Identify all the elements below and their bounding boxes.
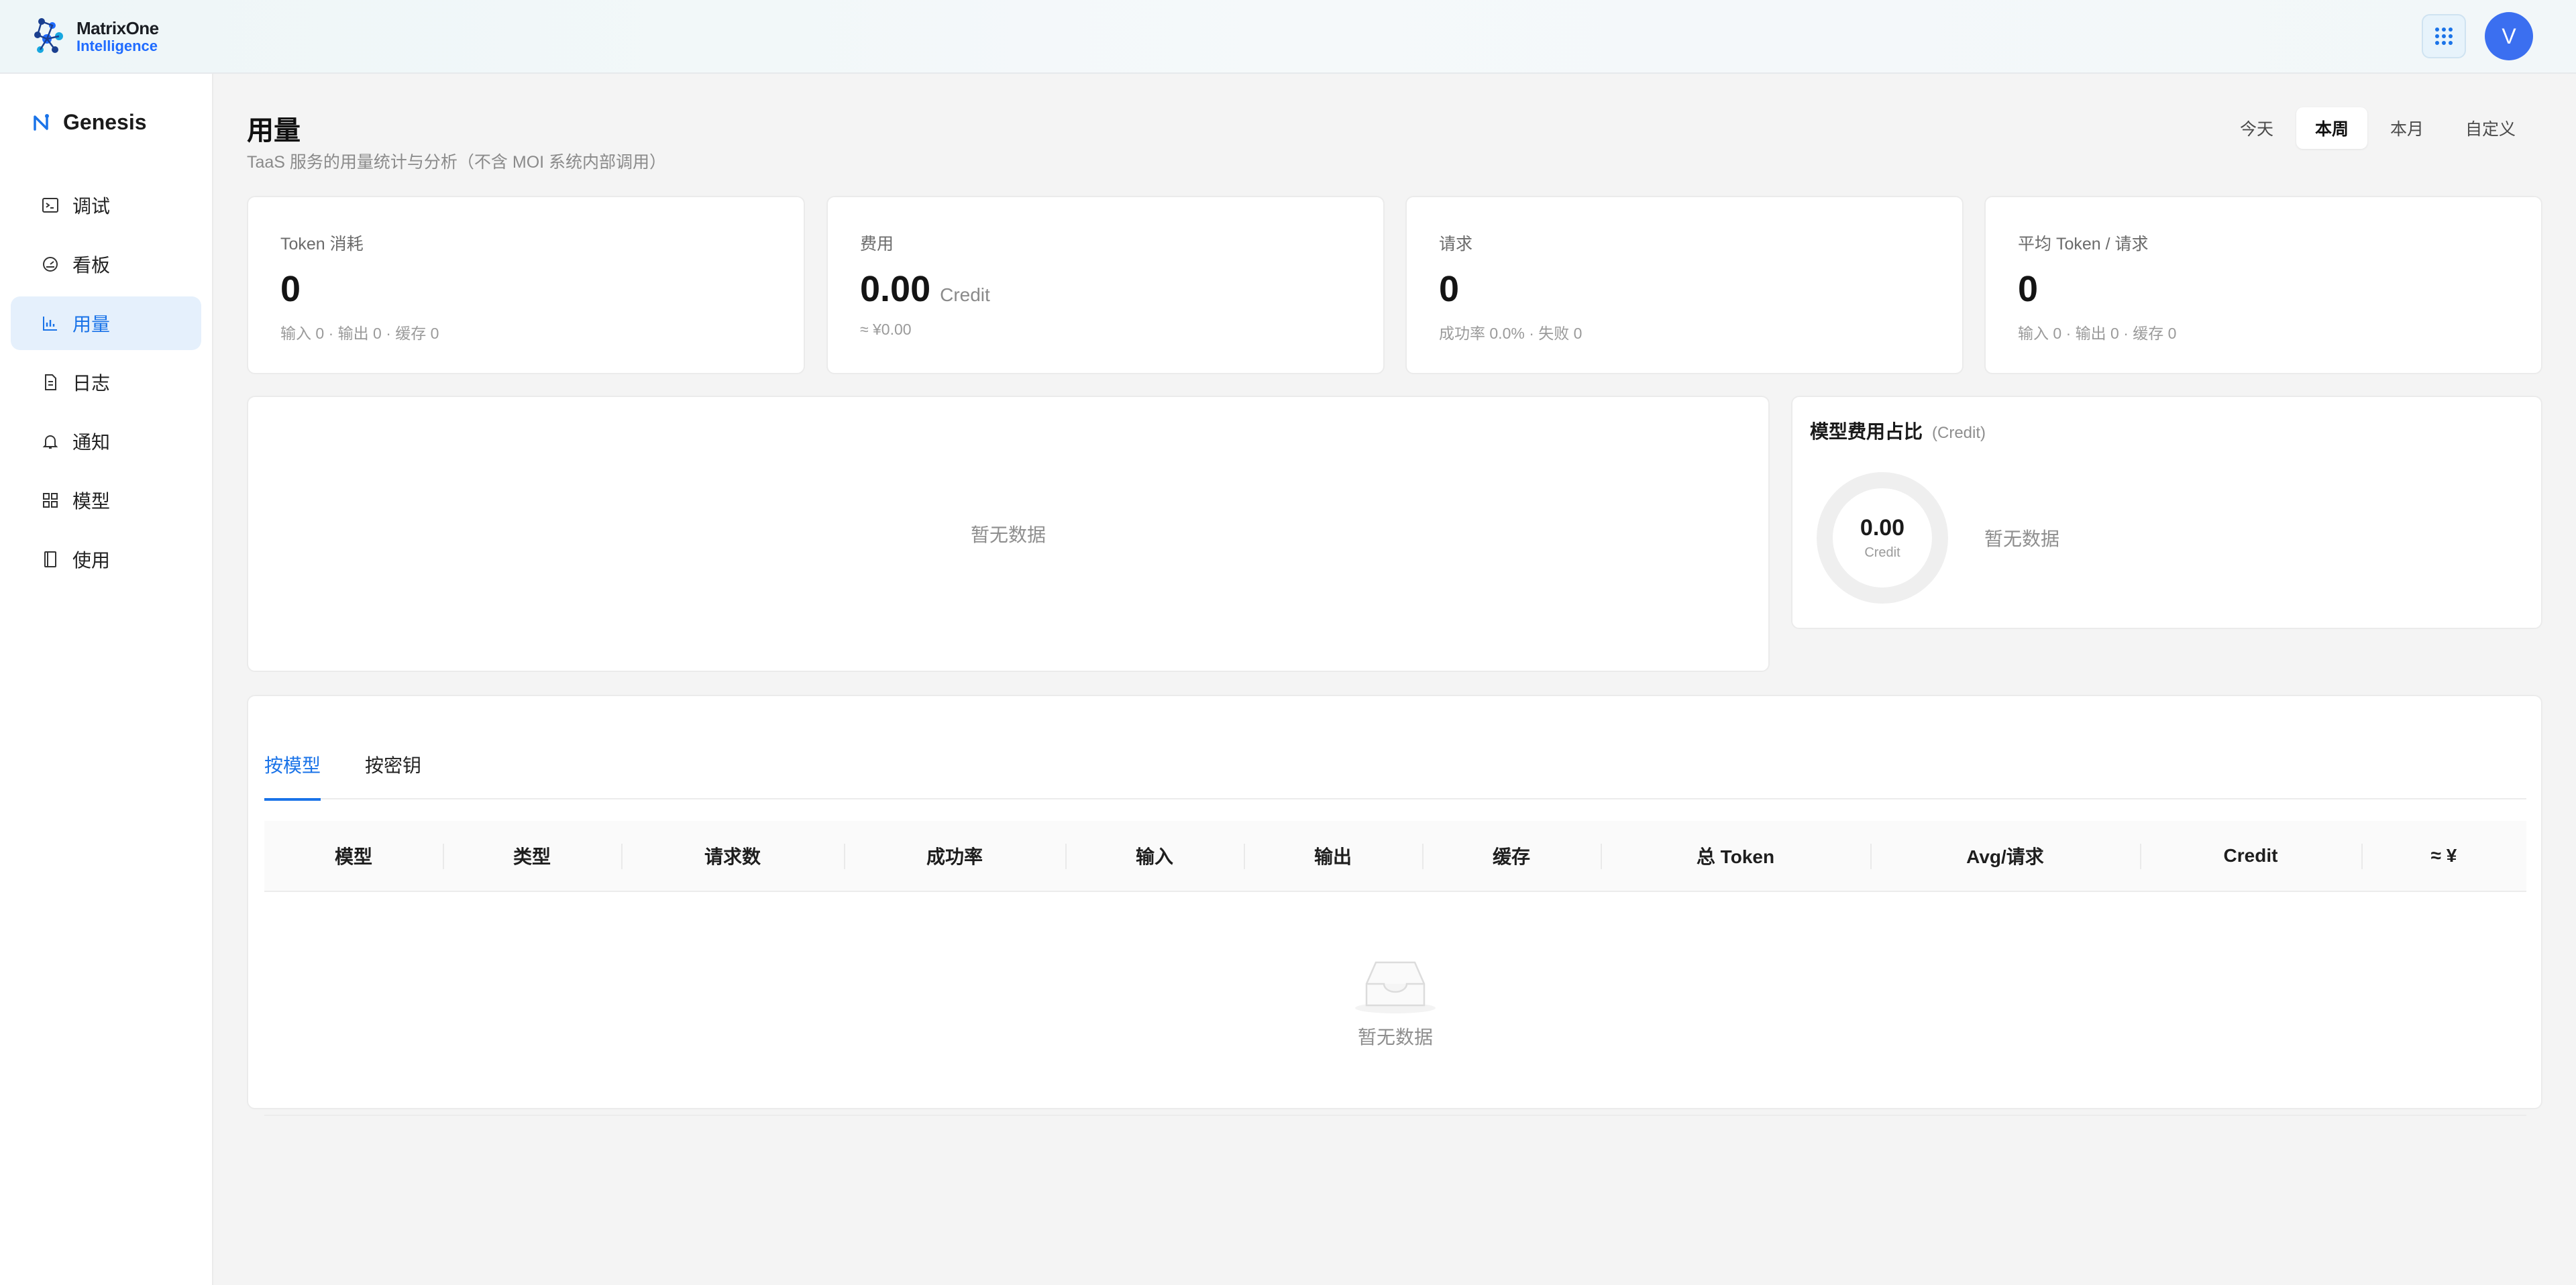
range-today-button[interactable]: 今天 xyxy=(2221,107,2292,149)
sidebar-item-label: 看板 xyxy=(72,255,111,276)
column-header[interactable]: 成功率 xyxy=(844,821,1065,891)
card-title: 模型费用占比 xyxy=(1810,421,1923,442)
bar-chart-icon xyxy=(43,317,57,331)
stat-label: 平均 Token / 请求 xyxy=(2018,235,2149,254)
app-switcher-button[interactable] xyxy=(2422,14,2466,58)
column-header[interactable]: 总 Token xyxy=(1601,821,1870,891)
stat-label: Token 消耗 xyxy=(280,235,364,254)
document-icon xyxy=(45,374,56,390)
column-header[interactable]: ≈ ¥ xyxy=(2361,821,2526,891)
time-range-selector: 今天 本周 本月 自定义 xyxy=(2221,107,2534,149)
column-header[interactable]: Avg/请求 xyxy=(1870,821,2140,891)
column-header[interactable]: 输出 xyxy=(1244,821,1422,891)
stat-label: 费用 xyxy=(860,235,894,254)
terminal-icon xyxy=(42,198,58,213)
empty-state-text: 暂无数据 xyxy=(1357,1027,1433,1048)
table-header: 模型 类型 请求数 成功率 输入 输出 缓存 总 Token Avg/请求 Cr… xyxy=(264,821,2526,892)
empty-state-text: 暂无数据 xyxy=(1984,528,2060,549)
app-title[interactable]: Genesis xyxy=(31,110,147,135)
range-this-week-button[interactable]: 本周 xyxy=(2296,107,2367,149)
table-tabs: 按模型 按密钥 xyxy=(264,730,2526,801)
column-header[interactable]: 请求数 xyxy=(621,821,844,891)
stat-card-cost: 费用 0.00 Credit ≈ ¥0.00 xyxy=(826,196,1385,374)
sidebar-item-label: 模型 xyxy=(72,491,111,512)
stat-value: 0 xyxy=(1439,269,1460,309)
grid-dots-icon xyxy=(2435,27,2453,45)
column-header[interactable]: 模型 xyxy=(264,821,443,891)
brand-logo[interactable]: MatrixOne Intelligence xyxy=(32,16,159,56)
empty-inbox-icon xyxy=(1355,961,1436,1013)
user-avatar[interactable]: V xyxy=(2485,12,2533,60)
page-title: 用量 xyxy=(247,116,301,146)
empty-state-text: 暂无数据 xyxy=(970,524,1046,545)
top-bar: MatrixOne Intelligence V xyxy=(0,0,2576,74)
sidebar: Genesis 调试 看板 用量 日志 通知 模型 使用 xyxy=(0,74,213,1285)
column-header[interactable]: 缓存 xyxy=(1422,821,1601,891)
gauge-icon xyxy=(43,257,58,272)
model-cost-share-card: 模型费用占比 (Credit) 0.00 Credit 暂无数据 xyxy=(1791,396,2542,629)
usage-table-card: 按模型 按密钥 模型 类型 请求数 成功率 输入 输出 缓存 总 Token A… xyxy=(247,695,2542,1116)
cost-donut-chart: 0.00 Credit xyxy=(1817,472,1948,604)
sidebar-item-notifications[interactable]: 通知 xyxy=(11,414,201,468)
donut-total: 0.00 xyxy=(1860,515,1905,541)
sidebar-item-usage[interactable]: 用量 xyxy=(11,296,201,350)
column-header[interactable]: Credit xyxy=(2140,821,2361,891)
column-header[interactable]: 输入 xyxy=(1065,821,1244,891)
column-header[interactable]: 类型 xyxy=(443,821,621,891)
bell-icon xyxy=(42,435,58,449)
sidebar-item-dashboard[interactable]: 看板 xyxy=(11,237,201,291)
stat-card-requests: 请求 0 成功率 0.0% · 失败 0 xyxy=(1405,196,1964,374)
matrixone-logo-icon xyxy=(34,18,63,53)
sidebar-item-label: 日志 xyxy=(72,373,111,394)
stat-value: 0 xyxy=(280,269,301,309)
sidebar-item-logs[interactable]: 日志 xyxy=(11,355,201,409)
book-icon xyxy=(44,551,56,567)
stat-sub: 输入 0 · 输出 0 · 缓存 0 xyxy=(280,325,439,342)
stat-card-avg-token: 平均 Token / 请求 0 输入 0 · 输出 0 · 缓存 0 xyxy=(1984,196,2542,374)
brand-tagline: Intelligence xyxy=(76,37,158,54)
genesis-logo-icon xyxy=(34,113,49,131)
sidebar-item-label: 通知 xyxy=(72,432,111,453)
stat-sub: ≈ ¥0.00 xyxy=(860,321,912,338)
stat-value: 0 xyxy=(2018,269,2039,309)
sidebar-item-usage-guide[interactable]: 使用 xyxy=(11,533,201,586)
app-name: Genesis xyxy=(63,110,147,134)
sidebar-item-debug[interactable]: 调试 xyxy=(11,178,201,232)
donut-total-unit: Credit xyxy=(1864,545,1900,560)
sidebar-nav: 调试 看板 用量 日志 通知 模型 使用 xyxy=(11,178,201,592)
sidebar-item-label: 用量 xyxy=(72,314,111,335)
sidebar-item-label: 使用 xyxy=(72,550,111,571)
card-unit: (Credit) xyxy=(1932,424,1986,442)
stat-card-token: Token 消耗 0 输入 0 · 输出 0 · 缓存 0 xyxy=(247,196,805,374)
tab-by-model[interactable]: 按模型 xyxy=(264,730,321,801)
sidebar-item-label: 调试 xyxy=(72,196,111,217)
range-this-month-button[interactable]: 本月 xyxy=(2371,107,2443,149)
stat-unit: Credit xyxy=(940,284,990,305)
tab-by-key[interactable]: 按密钥 xyxy=(365,730,421,799)
grid-icon xyxy=(43,493,58,508)
stat-value: 0.00 xyxy=(860,269,931,309)
table-empty-state: 暂无数据 xyxy=(264,892,2526,1116)
range-custom-button[interactable]: 自定义 xyxy=(2447,107,2534,149)
stat-sub: 输入 0 · 输出 0 · 缓存 0 xyxy=(2018,325,2177,342)
stat-label: 请求 xyxy=(1439,235,1473,254)
usage-trend-chart: 暂无数据 xyxy=(247,396,1770,672)
page-subtitle: TaaS 服务的用量统计与分析（不含 MOI 系统内部调用） xyxy=(247,153,667,172)
sidebar-item-models[interactable]: 模型 xyxy=(11,473,201,527)
stat-sub: 成功率 0.0% · 失败 0 xyxy=(1439,325,1582,342)
brand-name: MatrixOne xyxy=(76,17,159,38)
